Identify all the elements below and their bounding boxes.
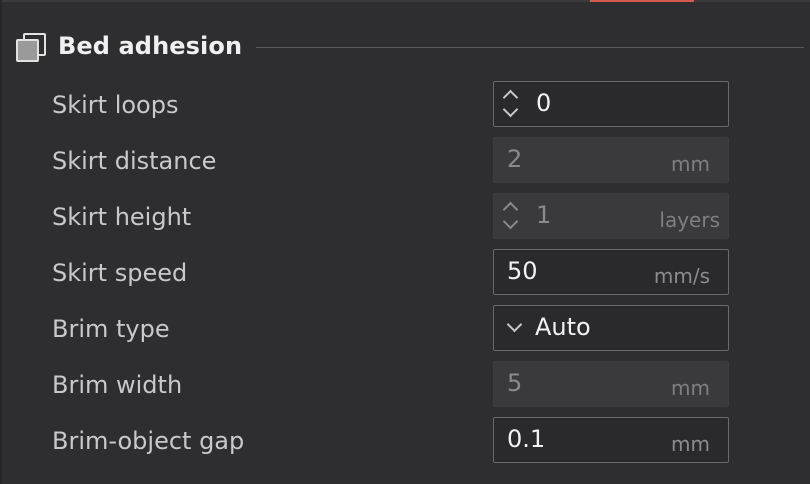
field-unit: mm xyxy=(671,376,710,400)
field-value[interactable]: 2 xyxy=(507,138,522,182)
section-header-bed-adhesion: Bed adhesion xyxy=(14,30,804,62)
setting-label: Brim-object gap xyxy=(52,427,245,455)
brim-width-input[interactable]: 5 mm xyxy=(493,361,729,407)
setting-row-skirt-distance: Skirt distance 2 mm xyxy=(0,137,810,185)
skirt-height-stepper[interactable] xyxy=(498,196,524,236)
setting-row-skirt-height: Skirt height 1 layers xyxy=(0,193,810,241)
brim-object-gap-input[interactable]: 0.1 mm xyxy=(493,417,729,463)
setting-label: Skirt distance xyxy=(52,147,217,175)
setting-label: Skirt loops xyxy=(52,91,179,119)
setting-label: Skirt speed xyxy=(52,259,188,287)
field-unit: mm xyxy=(671,152,710,176)
skirt-loops-stepper[interactable] xyxy=(498,84,524,124)
field-value[interactable]: 0.1 xyxy=(507,418,545,462)
setting-row-skirt-loops: Skirt loops 0 xyxy=(0,81,810,129)
layers-icon-front xyxy=(16,39,39,62)
decrement-chevron-down-icon[interactable] xyxy=(498,104,524,124)
field-value[interactable]: 5 xyxy=(507,362,522,406)
field-unit: layers xyxy=(659,208,720,232)
active-tab-indicator xyxy=(590,0,694,2)
skirt-distance-input[interactable]: 2 mm xyxy=(493,137,729,183)
setting-label: Skirt height xyxy=(52,203,192,231)
chevron-down-icon[interactable] xyxy=(506,316,523,333)
setting-row-brim-object-gap: Brim-object gap 0.1 mm xyxy=(0,417,810,465)
setting-row-brim-type: Brim type Auto xyxy=(0,305,810,353)
section-title: Bed adhesion xyxy=(58,32,243,60)
setting-label: Brim type xyxy=(52,315,170,343)
skirt-height-input[interactable]: 1 layers xyxy=(493,193,729,239)
layers-icon xyxy=(14,31,46,62)
field-unit: mm xyxy=(671,432,710,456)
field-value[interactable]: 1 xyxy=(536,194,551,238)
section-divider xyxy=(256,46,804,48)
field-value[interactable]: 50 xyxy=(507,250,538,294)
setting-row-skirt-speed: Skirt speed 50 mm/s xyxy=(0,249,810,297)
brim-type-select[interactable]: Auto xyxy=(493,305,729,351)
panel-left-edge xyxy=(0,0,2,484)
field-unit: mm/s xyxy=(653,264,710,288)
setting-row-brim-width: Brim width 5 mm xyxy=(0,361,810,409)
skirt-speed-input[interactable]: 50 mm/s xyxy=(493,249,729,295)
field-value[interactable]: 0 xyxy=(536,82,551,126)
setting-label: Brim width xyxy=(52,371,183,399)
skirt-loops-input[interactable]: 0 xyxy=(493,81,729,127)
increment-chevron-up-icon[interactable] xyxy=(498,84,524,104)
selected-option[interactable]: Auto xyxy=(535,306,591,350)
increment-chevron-up-icon[interactable] xyxy=(498,196,524,216)
decrement-chevron-down-icon[interactable] xyxy=(498,216,524,236)
